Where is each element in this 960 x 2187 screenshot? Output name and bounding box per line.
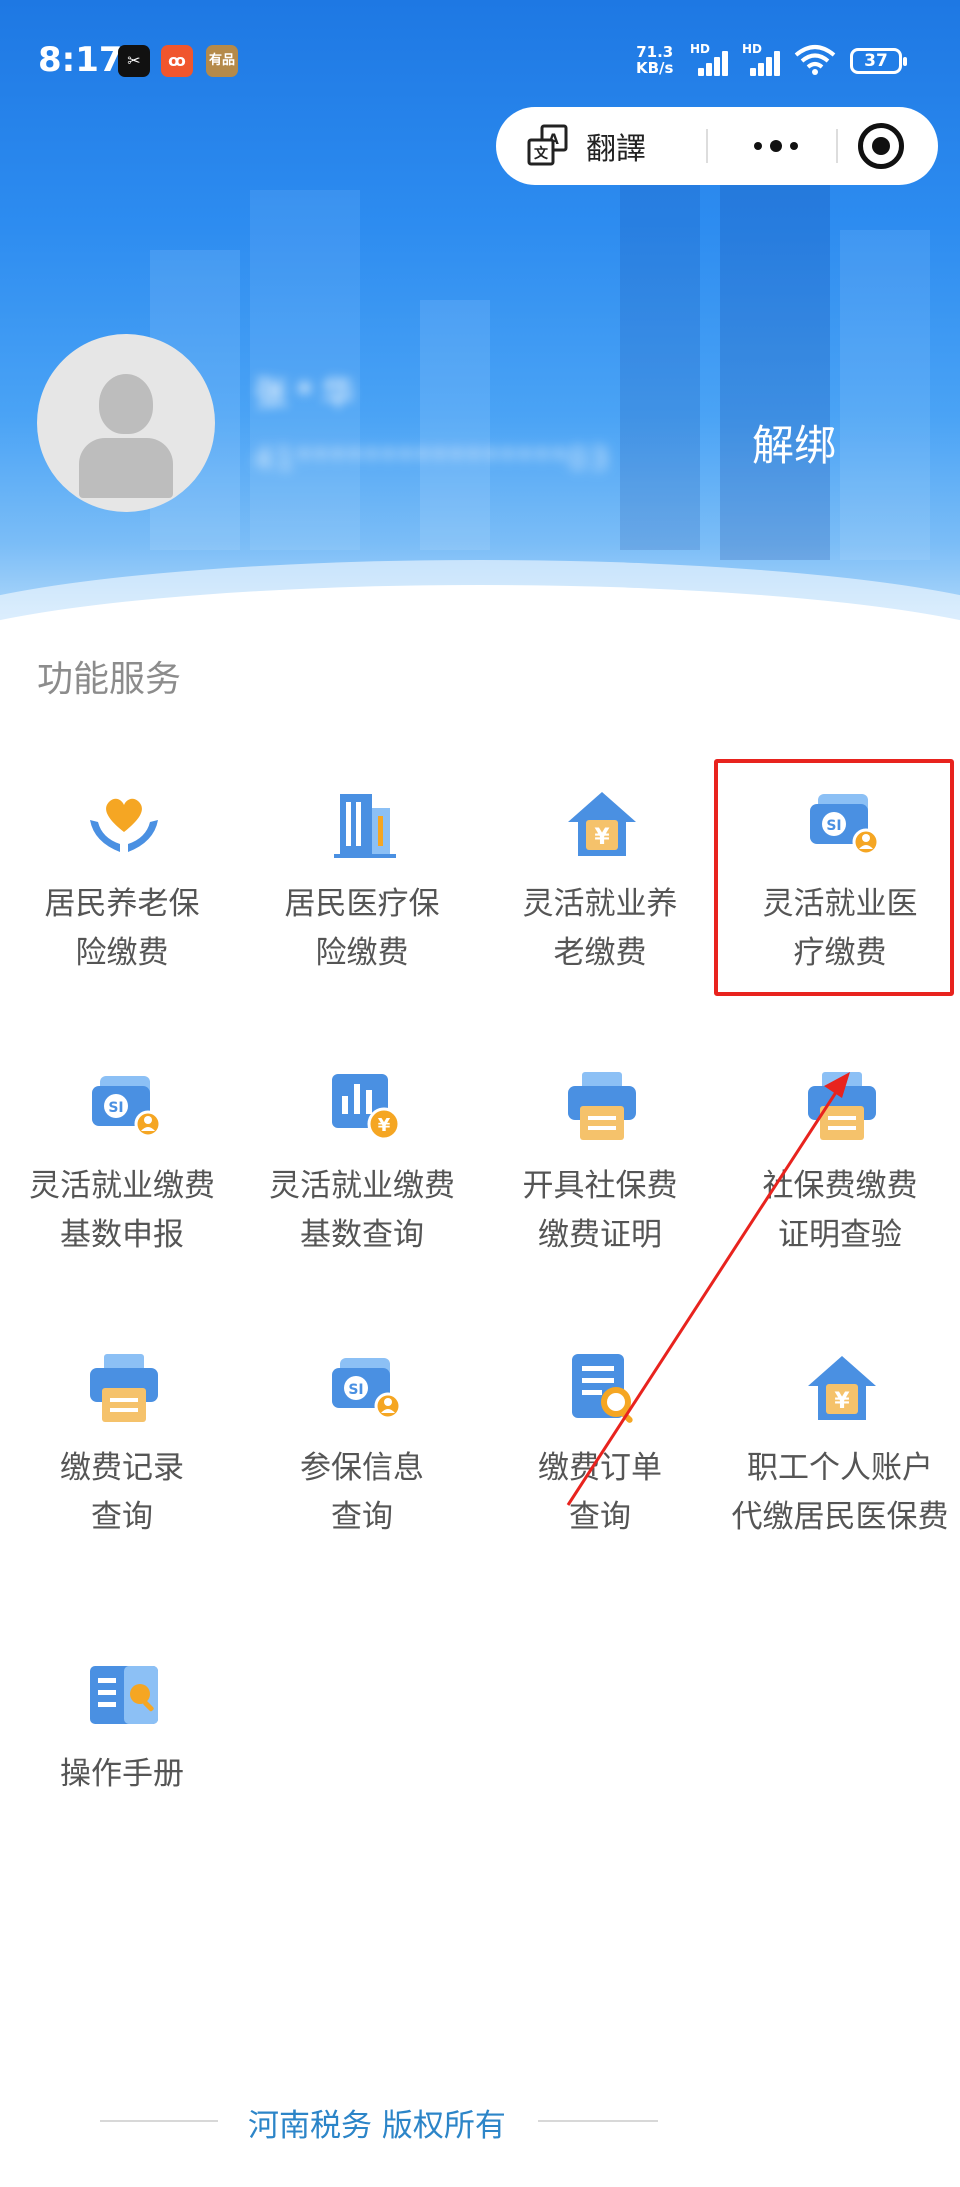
highlight-annotation-box [714,759,954,996]
kuaishou-icon: ꝏ [161,45,193,77]
user-name: 张*华 [254,374,363,414]
service-flexible-pension[interactable]: ¥ 灵活就业养 老缴费 [480,770,720,1010]
status-bar: 8:17 ✂ ꝏ 有品 71.3 KB/s HD HD 37 [0,0,960,120]
translate-icon: A 文 [527,124,568,166]
service-base-declaration[interactable]: SI 灵活就业缴费 基数申报 [2,1052,242,1292]
background-building [620,180,700,550]
printer-icon [568,1072,636,1140]
youpin-icon: 有品 [206,45,238,77]
service-issue-certificate[interactable]: 开具社保费 缴费证明 [480,1052,720,1292]
service-label: 灵活就业缴费 基数查询 [269,1168,455,1253]
hd-label: HD [690,42,711,56]
network-speed: 71.3 KB/s [636,44,673,76]
service-label: 开具社保费 缴费证明 [522,1168,678,1253]
footer-divider [100,2120,218,2122]
avatar-head [99,374,153,434]
user-id-number: 41****************03 [254,442,611,477]
footer-divider [538,2120,658,2122]
social-security-card-icon: SI [332,1358,402,1420]
service-operation-manual[interactable]: 操作手册 [2,1640,242,1880]
manual-book-icon [90,1666,158,1724]
service-order-query[interactable]: 缴费订单 查询 [480,1334,720,1574]
section-title: 功能服务 [37,659,182,700]
service-employee-account-payment[interactable]: ¥ 职工个人账户 代缴居民医保费 [720,1334,960,1574]
miniprogram-capsule: A 文 翻譯 [496,107,938,185]
more-options-button[interactable] [726,119,826,173]
background-building [420,300,490,550]
capcut-icon: ✂ [118,45,150,77]
service-label: 社保费缴费 证明查验 [762,1168,918,1253]
service-label: 居民医疗保 险缴费 [284,886,440,971]
capsule-divider [836,129,838,163]
status-time: 8:17 [38,40,123,80]
building-icon [334,794,396,858]
social-security-card-icon: SI [92,1076,162,1138]
document-search-icon [572,1354,633,1423]
svg-text:¥: ¥ [378,1115,391,1136]
svg-text:SI: SI [348,1382,363,1398]
capsule-divider [706,129,708,163]
house-yuan-icon: ¥ [808,1356,876,1420]
service-label: 参保信息 查询 [300,1450,424,1535]
heart-hands-icon [90,798,158,852]
avatar [37,334,215,512]
unbind-button[interactable]: 解绑 [752,412,836,473]
chart-yuan-icon: ¥ [332,1074,401,1141]
svg-text:文: 文 [534,145,549,162]
dot-icon [770,140,782,152]
service-label: 灵活就业养 老缴费 [522,886,678,971]
cellular-signal-icon: HD [690,42,732,76]
service-resident-pension[interactable]: 居民养老保 险缴费 [2,770,242,1010]
printer-icon [90,1354,158,1422]
avatar-body [79,438,173,498]
translate-button[interactable]: A 文 翻譯 [526,119,646,173]
service-label: 职工个人账户 代缴居民医保费 [731,1450,949,1535]
cellular-signal-icon: HD [742,42,784,76]
service-base-query[interactable]: ¥ 灵活就业缴费 基数查询 [242,1052,482,1292]
service-insurance-info[interactable]: SI 参保信息 查询 [242,1334,482,1574]
service-label: 缴费订单 查询 [538,1450,662,1535]
translate-label: 翻譯 [586,132,646,167]
close-miniprogram-button[interactable] [858,123,904,169]
dot-icon [754,142,762,150]
printer-icon [808,1072,876,1140]
background-building [840,230,930,560]
battery-icon: 37 [850,48,907,74]
svg-text:¥: ¥ [834,1389,850,1414]
service-label: 操作手册 [60,1756,184,1792]
service-payment-records[interactable]: 缴费记录 查询 [2,1334,242,1574]
service-resident-medical[interactable]: 居民医疗保 险缴费 [242,770,482,1010]
copyright-text: 河南税务 版权所有 [248,2108,506,2144]
svg-text:¥: ¥ [594,825,610,850]
hd-label: HD [742,42,763,56]
profile-header: 8:17 ✂ ꝏ 有品 71.3 KB/s HD HD 37 A [0,0,960,640]
dot-icon [790,142,798,150]
background-building [720,140,830,560]
footer: 河南税务 版权所有 [0,2100,760,2144]
service-label: 灵活就业缴费 基数申报 [29,1168,215,1253]
wifi-icon [794,45,836,75]
network-speed-unit: KB/s [636,59,674,77]
svg-text:SI: SI [108,1100,123,1116]
network-speed-value: 71.3 [636,43,674,61]
house-yuan-icon: ¥ [568,792,636,856]
service-verify-certificate[interactable]: 社保费缴费 证明查验 [720,1052,960,1292]
service-label: 缴费记录 查询 [60,1450,184,1535]
service-label: 居民养老保 险缴费 [44,886,200,971]
